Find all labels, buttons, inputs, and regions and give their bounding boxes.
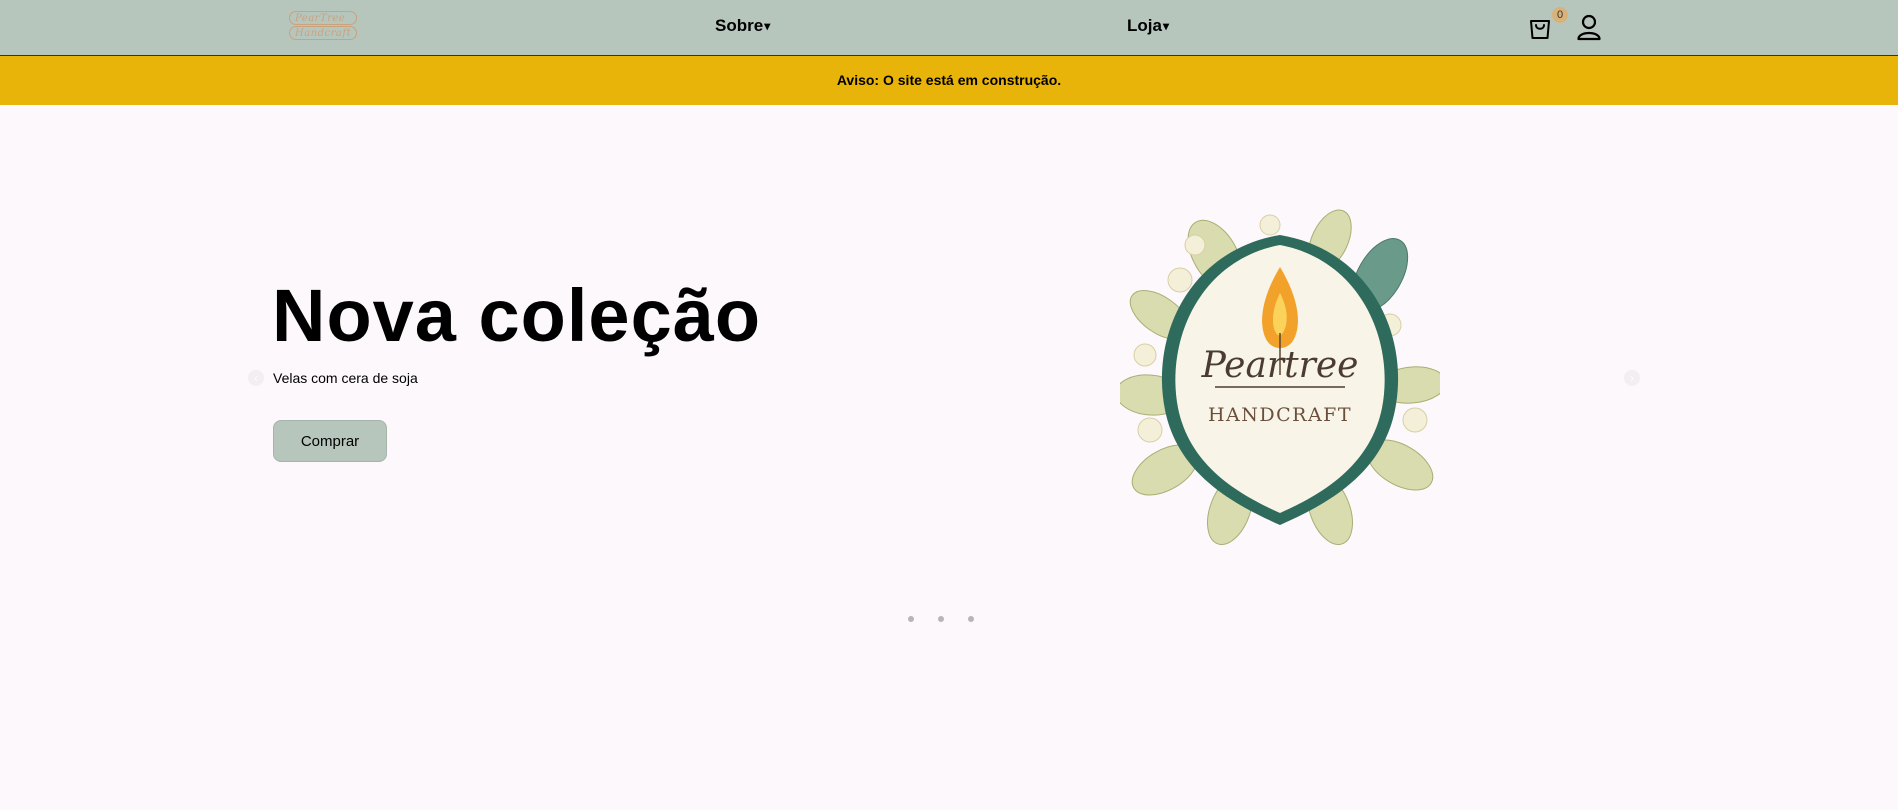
nav-dropdown-loja[interactable]: Loja ▾ (1127, 16, 1169, 36)
notice-text: Aviso: O site está em construção. (836, 72, 1062, 88)
buy-button[interactable]: Comprar (273, 420, 387, 462)
logo-line-2: Handcraft (289, 26, 357, 40)
chevron-down-icon: ▾ (1162, 19, 1169, 33)
hero-subtitle: Velas com cera de soja (273, 370, 418, 386)
top-navbar: PearTree Handcraft Sobre ▾ Loja ▾ 0 (0, 0, 1898, 56)
logo-line-1: PearTree (289, 11, 357, 25)
site-logo[interactable]: PearTree Handcraft (289, 11, 359, 43)
chevron-down-icon: ▾ (764, 19, 771, 33)
carousel-indicators (908, 616, 974, 622)
chevron-left-icon[interactable]: ‹ (248, 370, 264, 386)
hero-product-image: Peartree HANDCRAFT (1115, 205, 1447, 550)
logo-brand-script: Peartree (1201, 345, 1359, 386)
nav-sobre-label: Sobre (715, 16, 764, 35)
shopping-bag-icon[interactable] (1528, 14, 1552, 40)
carousel-dot[interactable] (908, 616, 914, 622)
logo-brand-caps: HANDCRAFT (1208, 404, 1352, 426)
user-icon[interactable] (1576, 13, 1602, 41)
cart-count-badge: 0 (1552, 7, 1568, 23)
carousel-dot[interactable] (938, 616, 944, 622)
construction-notice-banner: Aviso: O site está em construção. (0, 56, 1898, 105)
nav-loja-label: Loja (1127, 16, 1162, 35)
carousel-dot[interactable] (968, 616, 974, 622)
nav-dropdown-sobre[interactable]: Sobre ▾ (715, 16, 770, 36)
chevron-right-icon[interactable]: › (1624, 370, 1640, 386)
hero-title: Nova coleção (272, 274, 762, 357)
